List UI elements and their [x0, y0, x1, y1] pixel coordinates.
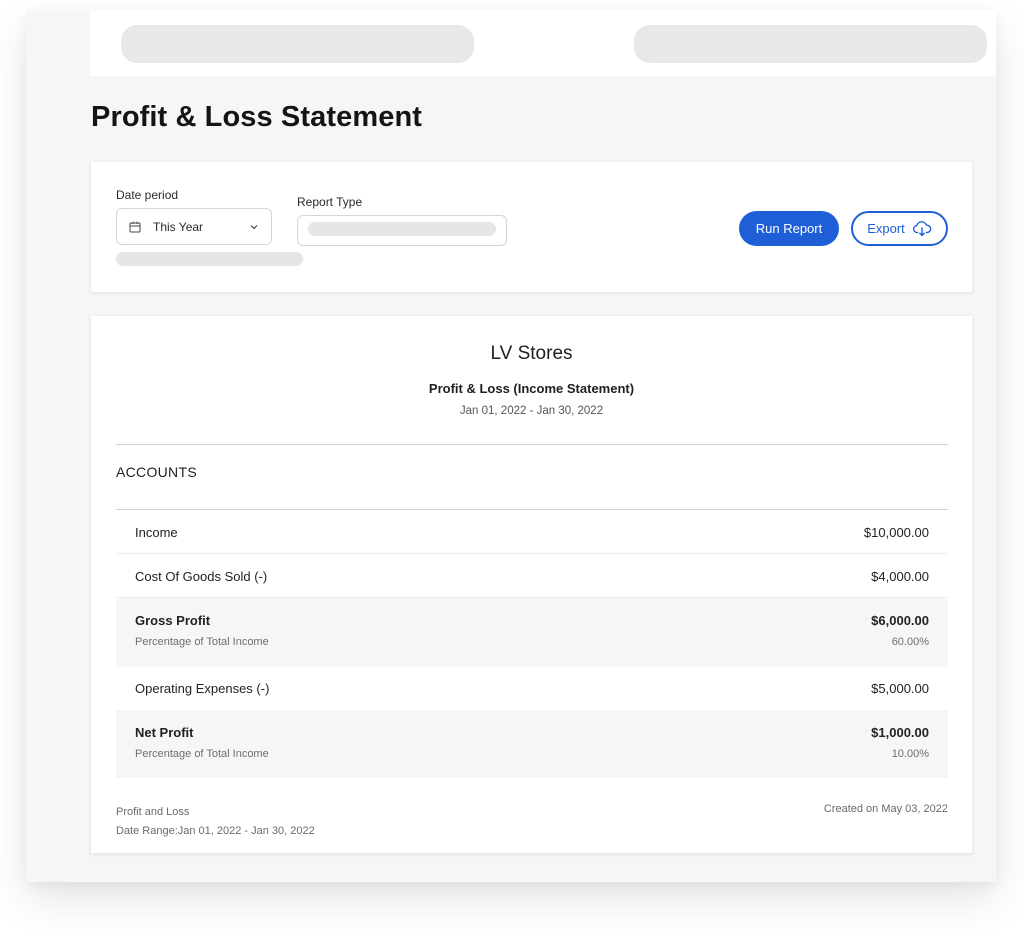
report-type-select[interactable]: [297, 215, 507, 246]
nav-placeholder-right: [634, 25, 987, 63]
export-button-label: Export: [867, 221, 905, 236]
company-name: LV Stores: [490, 343, 573, 364]
report-date-range: Jan 01, 2022 - Jan 30, 2022: [459, 405, 604, 417]
account-value: $1,000.00: [871, 725, 929, 740]
chevron-down-icon: [249, 222, 259, 232]
account-label: Cost Of Goods Sold (-): [135, 569, 268, 584]
account-row-income: Income $10,000.00: [116, 510, 948, 554]
cloud-download-icon: [912, 220, 932, 237]
report-title: Profit & Loss (Income Statement): [428, 381, 635, 396]
account-row-operating-expenses: Operating Expenses (-) $5,000.00: [116, 667, 948, 710]
account-row-cost-of-goods-sold: Cost Of Goods Sold (-) $4,000.00: [116, 554, 948, 598]
account-percentage: 60.00%: [891, 636, 929, 648]
account-label: Gross Profit: [135, 613, 211, 628]
report-filter-card: Date period This Year Report Type Run Re…: [91, 162, 972, 292]
date-period-select[interactable]: This Year: [116, 208, 272, 245]
page-title: Profit & Loss Statement: [91, 101, 423, 133]
date-range-placeholder: [116, 252, 303, 266]
report-type-label: Report Type: [297, 195, 363, 209]
date-period-value: This Year: [153, 219, 204, 234]
export-button[interactable]: Export: [851, 211, 948, 246]
calendar-icon: [129, 221, 141, 233]
account-sub-label: Percentage of Total Income: [135, 636, 269, 648]
footer-report-name: Profit and Loss: [116, 806, 190, 818]
account-label: Operating Expenses (-): [135, 681, 270, 696]
report-footer-info: Profit and Loss Date Range:Jan 01, 2022 …: [116, 803, 315, 841]
account-row-net-profit: Net Profit $1,000.00 Percentage of Total…: [116, 710, 948, 778]
account-value: $5,000.00: [871, 681, 929, 696]
account-value: $6,000.00: [871, 613, 929, 628]
footer-created-date: Created on May 03, 2022: [823, 803, 948, 815]
accounts-heading: ACCOUNTS: [116, 464, 197, 480]
report-type-placeholder: [308, 222, 496, 236]
header-divider: [116, 444, 948, 445]
account-row-gross-profit: Gross Profit $6,000.00 Percentage of Tot…: [116, 598, 948, 667]
account-value: $10,000.00: [863, 525, 929, 540]
account-sub-label: Percentage of Total Income: [135, 748, 269, 760]
report-card: LV Stores Profit & Loss (Income Statemen…: [91, 316, 972, 853]
account-percentage: 10.00%: [891, 748, 929, 760]
account-value: $4,000.00: [871, 569, 929, 584]
nav-placeholder-left: [121, 25, 474, 63]
account-label: Net Profit: [135, 725, 194, 740]
run-report-button[interactable]: Run Report: [739, 211, 839, 246]
footer-date-range: Date Range:Jan 01, 2022 - Jan 30, 2022: [116, 825, 315, 837]
account-label: Income: [135, 525, 178, 540]
date-period-label: Date period: [116, 188, 179, 202]
